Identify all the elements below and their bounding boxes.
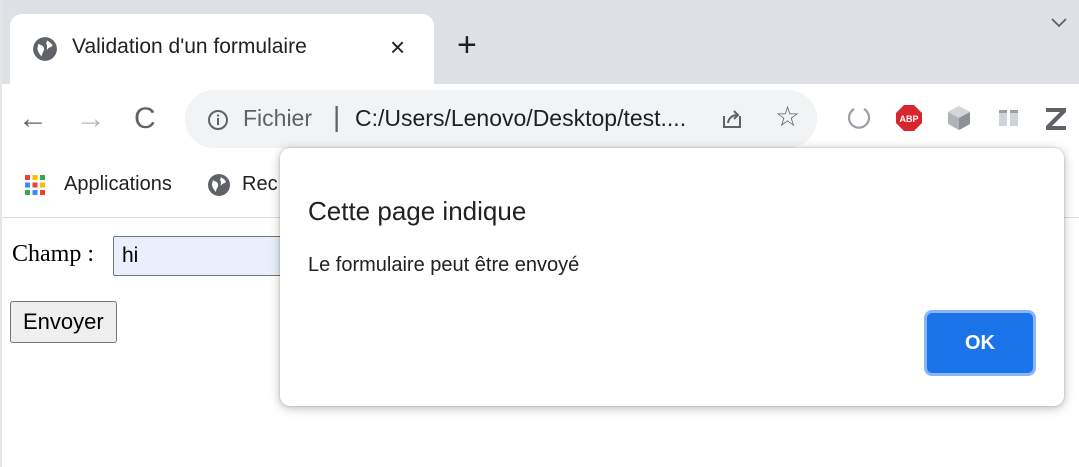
tab-strip: Validation d'un formulaire × + xyxy=(2,0,1079,84)
reader-extension-icon[interactable] xyxy=(995,104,1023,132)
adblock-plus-icon[interactable]: ABP xyxy=(895,104,923,132)
globe-icon xyxy=(208,174,230,196)
tab-close-icon[interactable]: × xyxy=(390,32,405,62)
forward-button[interactable]: → xyxy=(76,104,106,134)
submit-button[interactable]: Envoyer xyxy=(10,301,117,343)
apps-grid-icon[interactable] xyxy=(24,174,46,196)
globe-icon xyxy=(33,37,57,61)
field-label: Champ : xyxy=(12,241,94,267)
z-extension-icon[interactable] xyxy=(1046,104,1079,132)
dialog-title: Cette page indique xyxy=(308,196,527,226)
share-icon[interactable] xyxy=(719,106,745,132)
scheme-label: Fichier xyxy=(243,105,313,131)
alert-dialog: Cette page indique Le formulaire peut êt… xyxy=(280,148,1064,406)
cube-extension-icon[interactable] xyxy=(945,104,973,132)
bookmark-applications[interactable]: Applications xyxy=(64,173,172,196)
back-button[interactable]: ← xyxy=(18,104,48,134)
dialog-message: Le formulaire peut être envoyé xyxy=(308,254,580,276)
tab-title: Validation d'un formulaire xyxy=(72,35,307,58)
address-bar[interactable]: Fichier | C:/Users/Lenovo/Desktop/test..… xyxy=(185,90,817,148)
omnibox-separator: | xyxy=(333,101,341,132)
tab-active[interactable]: Validation d'un formulaire × xyxy=(10,14,434,84)
abp-label: ABP xyxy=(899,114,918,124)
reload-button[interactable]: C xyxy=(134,104,156,134)
info-icon[interactable] xyxy=(207,109,229,131)
ok-button[interactable]: OK xyxy=(924,310,1036,376)
new-tab-button[interactable]: + xyxy=(457,28,477,62)
circle-extension-icon[interactable] xyxy=(845,104,873,132)
bookmark-item[interactable]: Rec xyxy=(242,173,282,196)
url-text[interactable]: C:/Users/Lenovo/Desktop/test.... xyxy=(355,105,686,132)
chevron-down-icon[interactable] xyxy=(1048,12,1070,34)
bookmark-star-icon[interactable]: ☆ xyxy=(775,102,800,132)
browser-window: Validation d'un formulaire × + ← → C Fic… xyxy=(0,0,1079,467)
